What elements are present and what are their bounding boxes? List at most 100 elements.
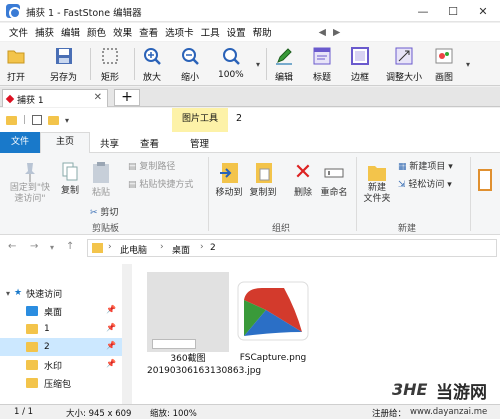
breadcrumb-this-pc[interactable]: 此电脑 <box>120 243 147 256</box>
document-tab-bar: 捕获 1 ✕ + <box>0 87 500 107</box>
border-button[interactable]: 边框 <box>350 44 370 84</box>
fscapture-logo-icon[interactable] <box>236 280 310 342</box>
nav-quick-access[interactable]: ▾ ★ 快速访问 <box>0 284 122 302</box>
document-tab[interactable]: 捕获 1 ✕ <box>2 89 108 107</box>
new-folder-icon <box>48 115 60 125</box>
title-bar: 捕获 1 - FastStone 编辑器 — ☐ ✕ <box>0 0 500 22</box>
resize-button[interactable]: 调整大小 <box>386 44 422 84</box>
tab-share[interactable]: 共享 <box>100 136 119 150</box>
close-button[interactable]: ✕ <box>468 0 498 22</box>
window-title: 捕获 1 - FastStone 编辑器 <box>26 8 142 19</box>
paste-shortcut-icon: ▤ <box>128 180 140 190</box>
star-icon: ★ <box>14 288 23 298</box>
menu-effects[interactable]: 效果 <box>113 25 132 39</box>
rect-select-button[interactable]: 矩形 <box>100 44 120 84</box>
pencil-icon <box>274 46 294 66</box>
tab-file[interactable]: 文件 <box>0 132 40 153</box>
nav-item-2[interactable]: 2 📌 <box>0 338 122 356</box>
copy-path-icon: ▤ <box>128 162 140 172</box>
nav-scrollbar[interactable] <box>122 264 132 404</box>
clipboard-group-label: 剪贴板 <box>92 224 120 234</box>
zoom-out-button[interactable]: 缩小 <box>180 44 200 84</box>
zoom-level-button[interactable]: 100% <box>218 44 244 84</box>
status-registered: 注册给： <box>372 409 407 419</box>
new-folder-button[interactable]: 新建 文件夹 <box>360 161 394 205</box>
file-name-2: FSCapture.png <box>239 353 307 363</box>
path-box[interactable]: › 此电脑 › 桌面 › 2 <box>87 239 497 257</box>
new-item-button[interactable]: ▦ 新建项目 ▾ <box>398 159 453 172</box>
tab-home[interactable]: 主页 <box>40 132 90 153</box>
back-icon[interactable]: ← <box>8 241 16 252</box>
pin-quick-access-button[interactable]: 固定到"快 速访问" <box>4 161 56 205</box>
easy-access-button[interactable]: ⇲ 轻松访问 ▾ <box>398 177 452 190</box>
zoom-out-icon <box>180 46 200 66</box>
rename-icon <box>323 161 345 185</box>
thumbnail-preview <box>152 339 196 349</box>
nav-item-1[interactable]: 1 📌 <box>0 320 122 338</box>
move-to-button[interactable]: 移动到 <box>214 161 244 198</box>
menu-edit[interactable]: 编辑 <box>61 25 80 39</box>
menu-settings[interactable]: 设置 <box>227 25 246 39</box>
tab-close-icon[interactable]: ✕ <box>94 92 102 103</box>
nav-item-desktop[interactable]: 桌面 📌 <box>0 302 122 320</box>
tab-manage[interactable]: 管理 <box>190 136 209 150</box>
folder-open-icon <box>6 46 26 66</box>
forward-icon[interactable]: → <box>30 241 38 252</box>
folder-icon <box>6 115 17 125</box>
copy-button[interactable]: 复制 <box>58 161 82 196</box>
pin-icon <box>21 161 39 183</box>
cut-button[interactable]: ✂ 剪切 <box>90 205 118 218</box>
edit-button[interactable]: 编辑 <box>274 44 294 84</box>
menu-scroll-left[interactable]: ◀ <box>319 27 326 38</box>
paste-shortcut-button[interactable]: ▤ 粘贴快捷方式 <box>128 177 193 190</box>
folder-icon <box>92 243 103 253</box>
quick-access-toolbar: | ▾ <box>6 115 69 125</box>
menu-bar: 文件 捕获 编辑 颜色 效果 查看 选项卡 工具 设置 帮助 ◀ ▶ <box>0 23 500 41</box>
copy-path-button[interactable]: ▤ 复制路径 <box>128 159 175 172</box>
draw-button[interactable]: 画图 <box>434 44 454 84</box>
maximize-button[interactable]: ☐ <box>438 0 468 22</box>
app-icon <box>6 4 21 19</box>
rename-button[interactable]: 重命名 <box>318 161 350 198</box>
menu-file[interactable]: 文件 <box>9 25 28 39</box>
zoom-in-icon <box>142 46 162 66</box>
minimize-button[interactable]: — <box>408 0 438 22</box>
save-as-button[interactable]: 另存为 <box>50 44 77 84</box>
menu-color[interactable]: 颜色 <box>87 25 106 39</box>
delete-button[interactable]: ✕ 删除 <box>290 161 316 199</box>
status-zoom: 缩放: 100% <box>150 409 197 419</box>
menu-help[interactable]: 帮助 <box>253 25 272 39</box>
breadcrumb-desktop[interactable]: 桌面 <box>172 243 190 256</box>
status-bar: 1 / 1 大小: 945 x 609 缩放: 100% 注册给： www.da… <box>0 404 500 419</box>
new-group-label: 新建 <box>398 224 417 234</box>
rect-select-icon <box>100 46 120 66</box>
open-button[interactable]: 打开 <box>6 44 26 84</box>
up-icon[interactable]: ↑ <box>66 241 74 252</box>
menu-scroll-right[interactable]: ▶ <box>333 27 340 38</box>
scissors-icon: ✂ <box>90 208 101 218</box>
caption-button[interactable]: 标题 <box>312 44 332 84</box>
tab-view[interactable]: 查看 <box>140 136 159 150</box>
nav-item-archive[interactable]: 压缩包 <box>0 374 122 392</box>
image-canvas[interactable]: | ▾ 图片工具 2 文件 主页 共享 查看 管理 固定到"快 速访问" 复制 … <box>0 108 500 404</box>
menu-tools[interactable]: 工具 <box>201 25 220 39</box>
paste-button[interactable]: 粘贴 <box>88 161 114 198</box>
menu-capture[interactable]: 捕获 <box>35 25 54 39</box>
menu-view[interactable]: 查看 <box>139 25 158 39</box>
watermark-text: 当游网 <box>436 383 487 403</box>
properties-icon[interactable] <box>478 169 492 191</box>
pin-icon: 📌 <box>106 305 116 314</box>
recent-dropdown-icon[interactable]: ▾ <box>50 243 54 252</box>
nav-item-watermark[interactable]: 水印 📌 <box>0 356 122 374</box>
new-tab-button[interactable]: + <box>114 89 140 106</box>
zoom-dropdown-icon[interactable]: ▾ <box>256 60 260 69</box>
resize-icon <box>394 46 414 66</box>
draw-dropdown-icon[interactable]: ▾ <box>466 60 470 69</box>
copy-to-button[interactable]: 复制到 <box>248 161 278 198</box>
menu-tabs[interactable]: 选项卡 <box>165 25 194 39</box>
zoom-in-button[interactable]: 放大 <box>142 44 162 84</box>
properties-icon <box>32 115 43 125</box>
file-name-1: 360截图 20190306163130863.jpg <box>147 354 262 376</box>
breadcrumb-folder-2[interactable]: 2 <box>210 243 216 253</box>
ribbon-tabs: 文件 主页 共享 查看 管理 <box>0 132 500 153</box>
